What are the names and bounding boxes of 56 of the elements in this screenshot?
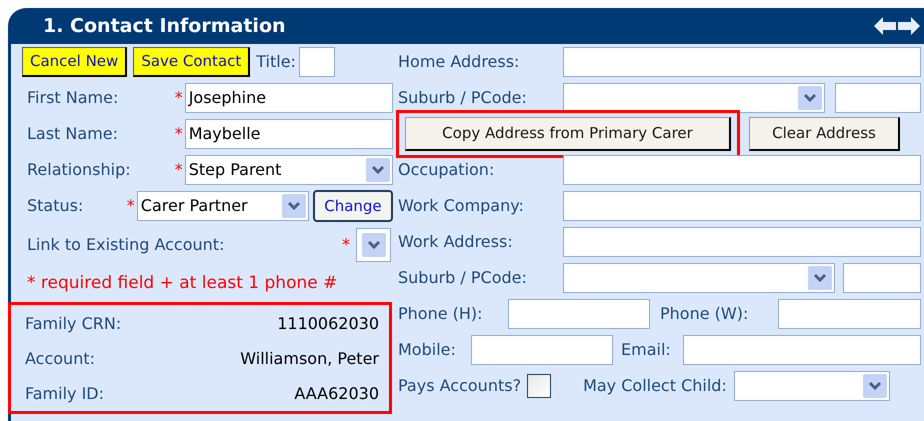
field-label: Family ID: [25, 382, 104, 404]
action-button[interactable]: Save Contact [133, 47, 250, 77]
title-field[interactable] [298, 47, 335, 77]
right-arrow-icon[interactable] [898, 17, 920, 35]
required-note: * required field + at least 1 phone # [27, 272, 338, 296]
field-label: Pays Accounts? [398, 375, 522, 397]
required-asterisk: * [342, 234, 350, 256]
field-label: Work Company: [398, 195, 525, 217]
postcode-field[interactable] [835, 83, 921, 113]
field-label: Title: [256, 51, 296, 73]
required-asterisk: * [174, 87, 183, 109]
text-field[interactable] [778, 299, 921, 329]
dropdown[interactable] [356, 228, 391, 262]
left-arrow-icon[interactable] [874, 17, 896, 35]
field-label: Home Address: [398, 51, 520, 73]
field-label: Phone (H): [398, 303, 484, 325]
text-field[interactable] [508, 299, 650, 329]
dropdown[interactable]: Carer Partner [136, 191, 309, 221]
info-value: Williamson, Peter [240, 348, 379, 370]
field-label: Mobile: [398, 339, 457, 361]
change-button[interactable]: Change [312, 190, 393, 222]
field-label: Link to Existing Account: [27, 234, 226, 256]
text-field[interactable]: Maybelle [184, 119, 393, 149]
text-field[interactable] [471, 335, 613, 365]
text-field[interactable]: Josephine [184, 83, 393, 113]
info-value: 1110062030 [277, 312, 379, 334]
field-label: Family CRN: [25, 312, 122, 334]
field-label: Suburb / PCode: [398, 267, 528, 289]
field-label: Account: [25, 348, 95, 370]
text-field[interactable] [563, 47, 921, 77]
required-asterisk: * [126, 195, 135, 217]
checkbox[interactable] [527, 374, 552, 398]
clear-address-button[interactable]: Clear Address [749, 117, 900, 151]
field-label: Work Address: [398, 231, 514, 253]
field-label: First Name: [27, 87, 120, 109]
required-asterisk: * [174, 123, 183, 145]
copy-address-button[interactable]: Copy Address from Primary Carer [405, 117, 731, 151]
dropdown[interactable] [563, 83, 825, 113]
field-label: Last Name: [27, 123, 120, 145]
field-label: Status: [27, 195, 84, 217]
section-title: 1. Contact Information [43, 14, 286, 39]
field-label: Relationship: [27, 159, 132, 181]
text-field[interactable] [563, 191, 921, 221]
field-label: May Collect Child: [583, 375, 728, 397]
text-field[interactable] [563, 227, 921, 257]
required-asterisk: * [174, 159, 183, 181]
dropdown[interactable]: Step Parent [184, 155, 393, 185]
field-label: Occupation: [398, 159, 496, 181]
action-button[interactable]: Cancel New [22, 47, 128, 77]
field-label: Email: [621, 339, 672, 361]
info-value: AAA62030 [294, 382, 379, 404]
text-field[interactable] [683, 335, 921, 365]
text-field[interactable] [563, 155, 921, 185]
field-label: Phone (W): [660, 303, 750, 325]
field-label: Suburb / PCode: [398, 87, 528, 109]
postcode-field[interactable] [843, 263, 921, 293]
